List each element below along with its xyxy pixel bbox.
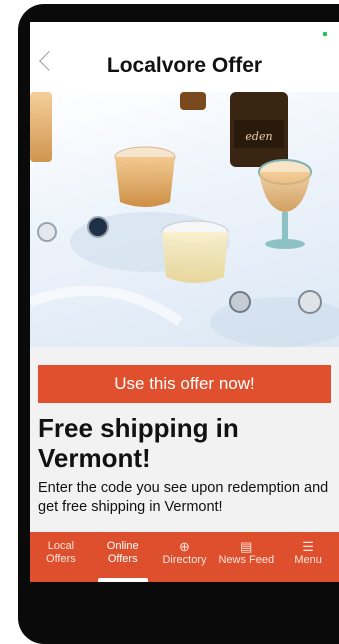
app-screen: Localvore Offer eden Use this offer now!… [30, 22, 339, 612]
newspaper-icon: ▤ [240, 539, 253, 554]
tab-online-offers[interactable]: Online Offers [92, 532, 154, 582]
offer-headline: Free shipping in Vermont! [38, 413, 239, 473]
menu-icon: ☰ [302, 539, 314, 554]
status-indicator [323, 32, 327, 36]
tab-label: Directory [162, 554, 207, 566]
bottom-tab-bar: Local Offers Online Offers ⊕ Directory ▤… [30, 532, 339, 582]
tab-menu[interactable]: ☰ Menu [277, 532, 339, 582]
hero-image: eden [30, 92, 339, 347]
page-title: Localvore Offer [106, 54, 263, 77]
globe-icon: ⊕ [179, 539, 190, 554]
offer-content: Use this offer now! Free shipping in Ver… [30, 347, 339, 517]
drinks-illustration: eden [30, 92, 339, 347]
tab-local-offers[interactable]: Local Offers [30, 532, 92, 582]
tab-label-line2: Offers [107, 553, 138, 565]
tab-label: News Feed [218, 554, 275, 566]
tab-label: Menu [294, 554, 322, 566]
tab-label-line1: Online [106, 540, 139, 552]
nav-header: Localvore Offer [30, 22, 339, 92]
tab-news-feed[interactable]: ▤ News Feed [215, 532, 277, 582]
tab-label-line1: Local [47, 540, 75, 552]
tab-directory[interactable]: ⊕ Directory [154, 532, 216, 582]
tab-label-line2: Offers [46, 553, 76, 565]
offer-description: Enter the code you see upon redemption a… [38, 480, 329, 515]
bottle-label: eden [245, 130, 272, 143]
use-offer-button[interactable]: Use this offer now! [38, 365, 331, 403]
device-bezel-bottom [30, 582, 339, 612]
phone-frame: Localvore Offer eden Use this offer now!… [18, 4, 339, 644]
